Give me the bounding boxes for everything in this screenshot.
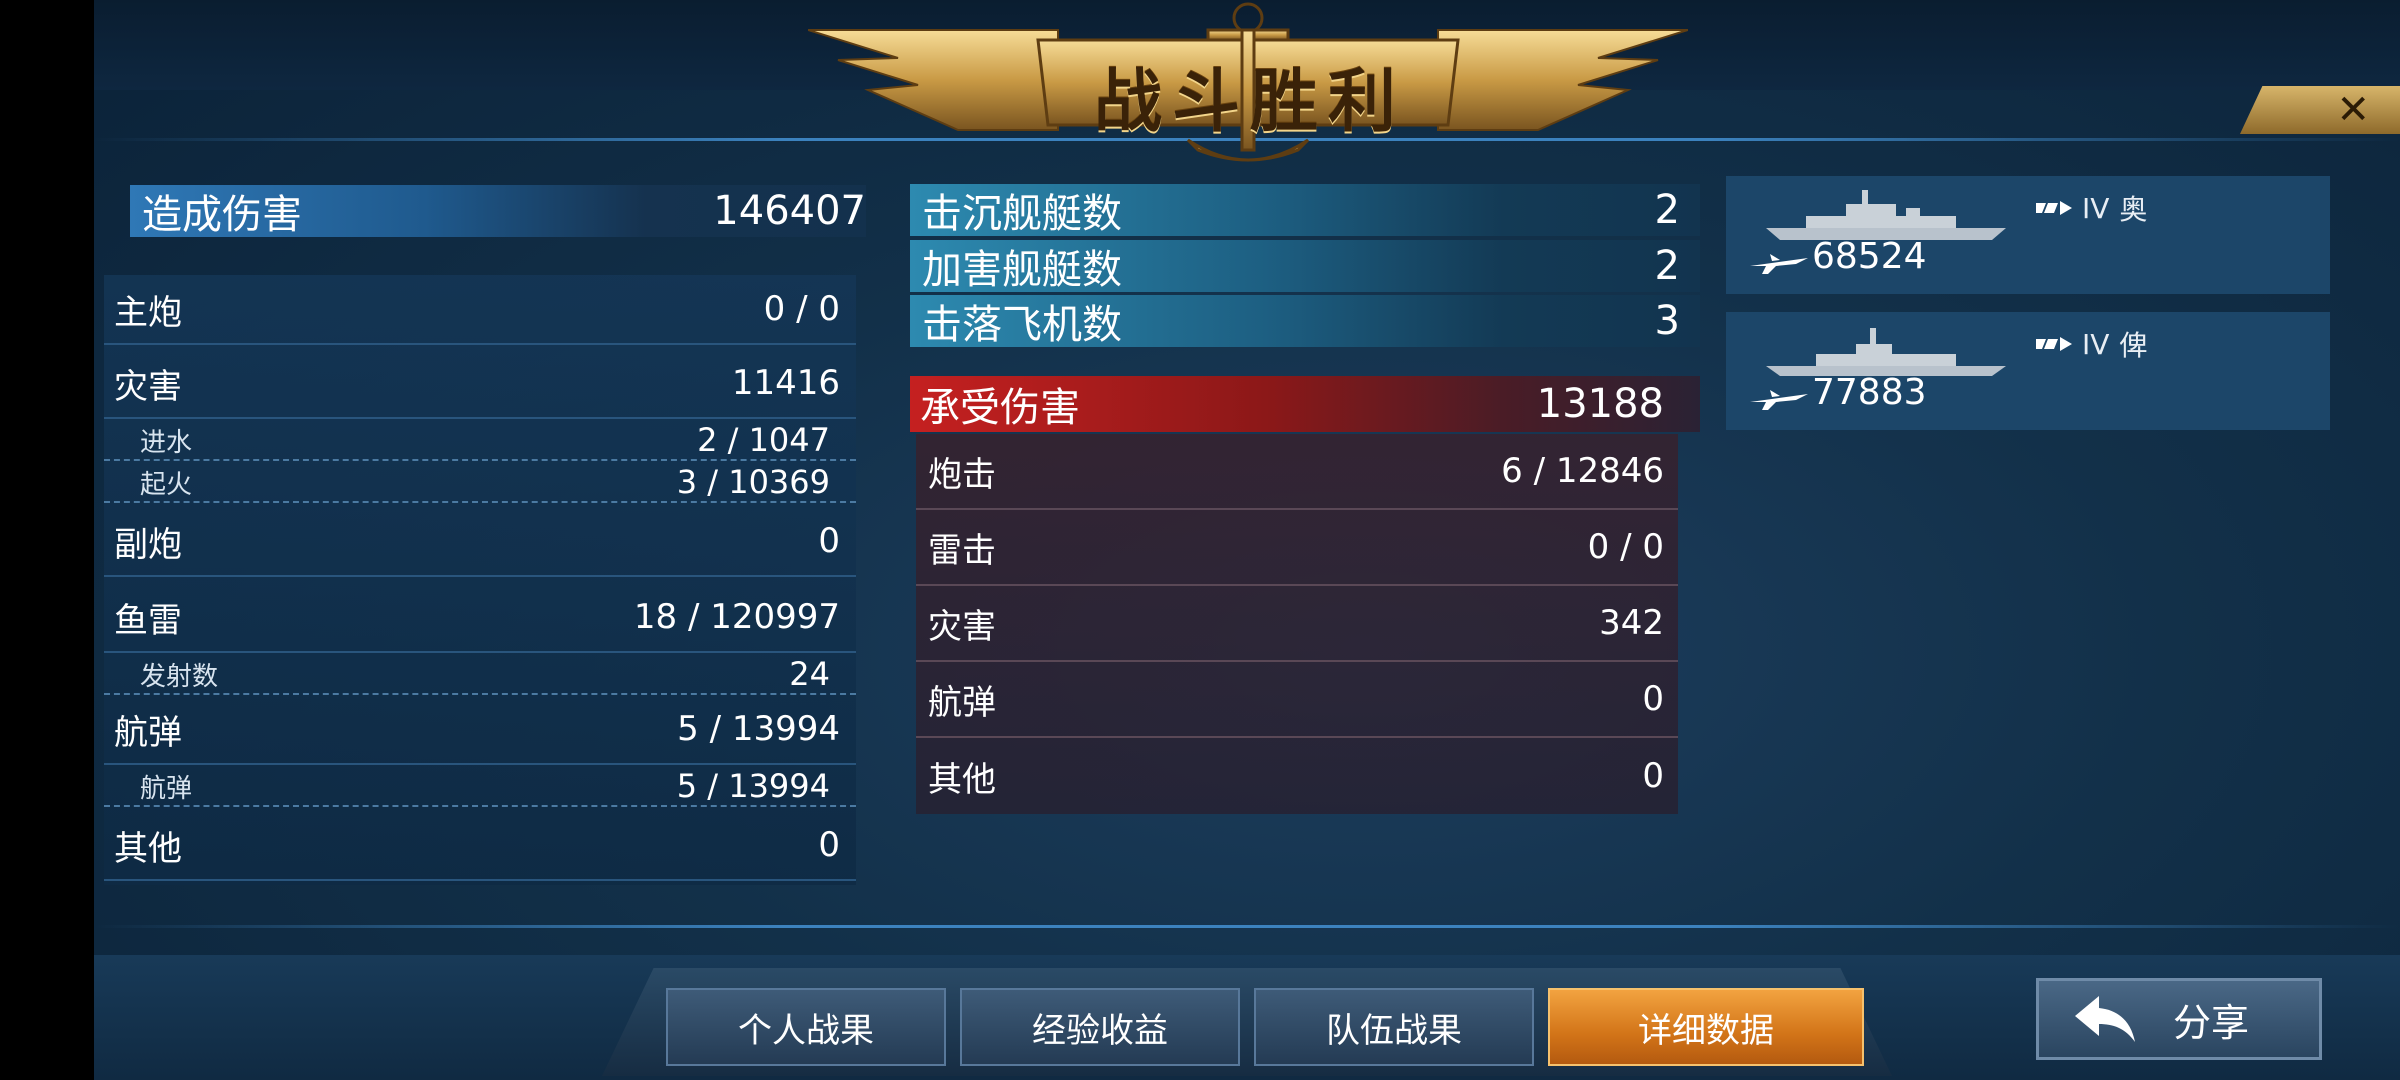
- row-value: 3 / 10369: [676, 463, 830, 501]
- stat-damaged: 加害舰艇数 2: [910, 240, 1700, 293]
- row-value: 11416: [731, 363, 840, 403]
- row-label: 起火: [140, 469, 193, 500]
- ship-card[interactable]: IV 奥 68524: [1726, 176, 2330, 294]
- aircraft-icon: [1750, 390, 1808, 410]
- row-label: 副炮: [114, 524, 182, 565]
- right-wing: [1437, 29, 1688, 131]
- tab-personal-results[interactable]: 个人战果: [666, 988, 946, 1066]
- damage-dealt-list: 主炮 0 / 0 灾害 11416 进水 2 / 1047 起火 3 / 103…: [104, 275, 856, 885]
- share-button[interactable]: 分享: [2036, 978, 2322, 1060]
- rank-icon: [2036, 337, 2072, 351]
- row-label: 进水: [140, 427, 193, 458]
- ship-tier: IV 奥: [2036, 188, 2147, 228]
- tab-experience[interactable]: 经验收益: [960, 988, 1240, 1066]
- damage-dealt-header: 造成伤害 146407: [130, 185, 866, 238]
- list-item: 雷击 0 / 0: [916, 510, 1678, 586]
- row-label: 雷击: [928, 530, 996, 571]
- ship-tier-label: IV: [2082, 191, 2110, 225]
- list-item: 其他 0: [916, 738, 1678, 814]
- stat-value: 3: [1654, 298, 1680, 344]
- list-item-sub: 进水 2 / 1047: [104, 421, 856, 461]
- damage-received-header: 承受伤害 13188: [910, 376, 1700, 432]
- tab-detailed-data[interactable]: 详细数据: [1548, 988, 1864, 1066]
- ship-name: 奥: [2119, 193, 2148, 226]
- close-button[interactable]: ✕: [2240, 86, 2400, 134]
- row-label: 主炮: [114, 292, 182, 333]
- close-icon: ✕: [2336, 87, 2370, 133]
- row-value: 0: [1642, 756, 1664, 796]
- back-arrow-icon: [2075, 996, 2135, 1042]
- row-value: 24: [789, 655, 830, 693]
- list-item: 灾害 342: [916, 586, 1678, 662]
- stat-planes-shot: 击落飞机数 3: [910, 295, 1700, 348]
- row-label: 航弹: [928, 682, 996, 723]
- stat-label: 击落飞机数: [922, 302, 1122, 348]
- row-value: 0: [1642, 679, 1664, 719]
- list-item-sub: 航弹 5 / 13994: [104, 767, 856, 807]
- damage-received-label: 承受伤害: [920, 385, 1080, 431]
- ship-damage: 77883: [1812, 372, 1927, 413]
- stat-label: 加害舰艇数: [922, 247, 1122, 293]
- damage-received-list: 炮击 6 / 12846 雷击 0 / 0 灾害 342 航弹 0 其他 0: [916, 434, 1678, 814]
- row-label: 航弹: [114, 712, 182, 753]
- list-item: 航弹 5 / 13994: [104, 695, 856, 765]
- list-item: 副炮 0: [104, 507, 856, 577]
- row-value: 342: [1599, 603, 1664, 643]
- list-item: 主炮 0 / 0: [104, 275, 856, 345]
- ship-card[interactable]: IV 俾 77883: [1726, 312, 2330, 430]
- damage-dealt-label: 造成伤害: [142, 192, 302, 238]
- row-value: 0 / 0: [1587, 527, 1664, 567]
- row-value: 0 / 0: [763, 289, 840, 329]
- ship-name: 俾: [2119, 329, 2148, 362]
- ship-tier: IV 俾: [2036, 324, 2147, 364]
- row-label: 其他: [114, 828, 182, 869]
- row-label: 其他: [928, 759, 996, 800]
- row-value: 0: [818, 521, 840, 561]
- row-label: 航弹: [140, 773, 193, 804]
- row-value: 6 / 12846: [1501, 451, 1664, 491]
- list-item: 炮击 6 / 12846: [916, 434, 1678, 510]
- row-label: 灾害: [928, 606, 996, 647]
- stat-value: 2: [1654, 187, 1680, 233]
- list-item: 鱼雷 18 / 120997: [104, 583, 856, 653]
- list-item: 灾害 11416: [104, 349, 856, 419]
- stat-value: 2: [1654, 243, 1680, 289]
- damage-received-value: 13188: [1536, 381, 1664, 427]
- aircraft-icon: [1750, 254, 1808, 274]
- share-label: 分享: [2173, 1000, 2250, 1045]
- row-value: 5 / 13994: [676, 767, 830, 805]
- ship-damage: 68524: [1812, 236, 1927, 277]
- row-value: 2 / 1047: [697, 421, 830, 459]
- ship-tier-label: IV: [2082, 327, 2110, 361]
- row-value: 18 / 120997: [633, 597, 840, 637]
- row-label: 灾害: [114, 366, 182, 407]
- rank-icon: [2036, 201, 2072, 215]
- stat-label: 击沉舰艇数: [922, 191, 1122, 237]
- list-item-sub: 发射数 24: [104, 655, 856, 695]
- bottom-divider: [94, 925, 2400, 928]
- page-title: 战斗胜利: [1093, 63, 1406, 142]
- list-item-sub: 起火 3 / 10369: [104, 463, 856, 503]
- stat-sunk: 击沉舰艇数 2: [910, 184, 1700, 237]
- list-item: 其他 0: [104, 811, 856, 881]
- list-item: 航弹 0: [916, 662, 1678, 738]
- left-wing: [808, 29, 1059, 131]
- tab-team-results[interactable]: 队伍战果: [1254, 988, 1534, 1066]
- row-value: 5 / 13994: [677, 709, 840, 749]
- damage-dealt-value: 146407: [713, 188, 866, 234]
- row-value: 0: [818, 825, 840, 865]
- row-label: 鱼雷: [114, 600, 182, 641]
- row-label: 炮击: [928, 454, 996, 495]
- row-label: 发射数: [140, 661, 219, 692]
